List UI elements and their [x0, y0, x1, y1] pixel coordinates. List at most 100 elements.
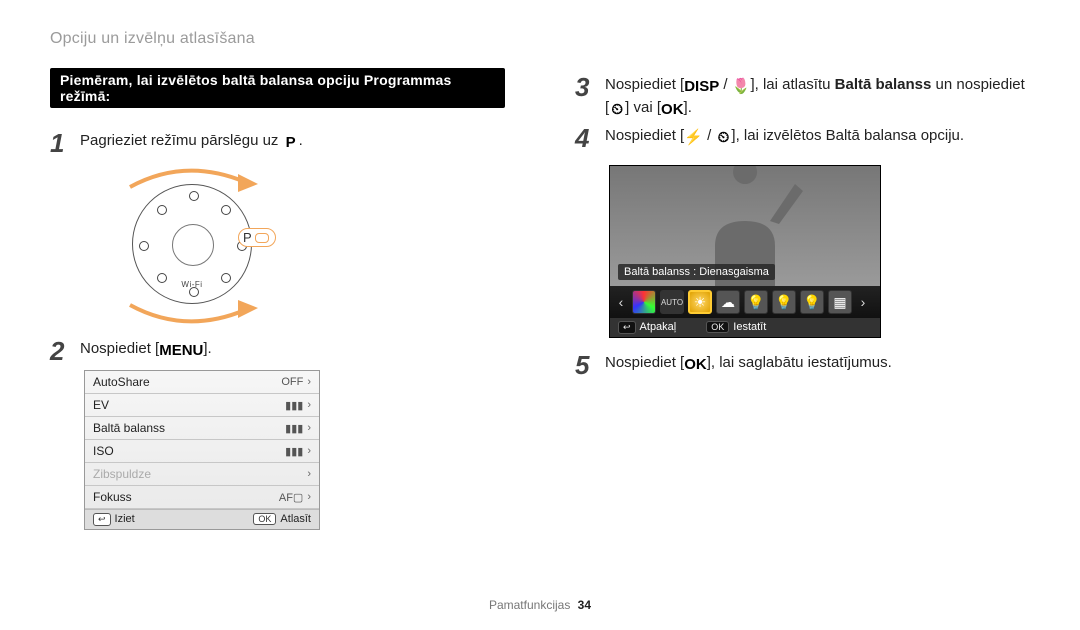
text-bold: Baltā balanss — [835, 76, 932, 93]
step-number: 4 — [575, 125, 605, 151]
chevron-right-icon: › — [307, 399, 311, 411]
step-text: Nospiediet [DISP / 🌷], lai atlasītu Balt… — [605, 74, 1030, 119]
step-number: 3 — [575, 74, 605, 100]
dial-p-highlight: P — [238, 228, 276, 247]
back-button-icon: ↩ — [93, 513, 111, 526]
wb-value-label: Baltā balanss : Dienasgaisma — [618, 264, 775, 280]
text: ], lai saglabātu iestatījumus. — [707, 354, 892, 371]
text: P — [243, 230, 252, 245]
text: Pagrieziet režīmu pārslēgu uz — [80, 132, 283, 149]
wb-fluorescent-l-icon: 💡 — [772, 290, 796, 314]
menu-value: ▮▮▮ — [285, 399, 303, 412]
menu-value: ▮▮▮ — [285, 445, 303, 458]
wb-footer: ↩ Atpakaļ OK Iestatīt — [610, 318, 880, 337]
menu-label: AutoShare — [93, 375, 150, 389]
menu-value: AF▢ — [279, 491, 303, 504]
ok-button-icon: OK — [706, 321, 729, 333]
text: ], lai izvēlētos Baltā balansa opciju. — [731, 127, 964, 144]
page-number: 34 — [578, 598, 591, 612]
step-text: Nospiediet [⚡ / ⏲], lai izvēlētos Baltā … — [605, 125, 1030, 148]
wb-tungsten-icon: 💡 — [800, 290, 824, 314]
step-text: Nospiediet [MENU]. — [80, 338, 505, 361]
text: / — [719, 76, 732, 93]
step-3: 3 Nospiediet [DISP / 🌷], lai atlasītu Ba… — [575, 74, 1030, 119]
text: ] vai [ — [625, 99, 661, 116]
menu-label: Fokuss — [93, 490, 132, 504]
mode-dial-illustration: Wi-Fi P — [90, 166, 310, 326]
menu-item-white-balance: Baltā balanss ▮▮▮ › — [85, 417, 319, 440]
menu-item-focus: Fokuss AF▢ › — [85, 486, 319, 509]
text: Nospiediet [ — [605, 76, 684, 93]
footer-section: Pamatfunkcijas — [489, 598, 570, 612]
right-column: 3 Nospiediet [DISP / 🌷], lai atlasītu Ba… — [575, 68, 1030, 578]
hint-label: Iziet — [115, 513, 135, 525]
menu-item-autoshare: AutoShare OFF › — [85, 371, 319, 394]
text: Nospiediet [ — [80, 340, 159, 357]
step-number: 1 — [50, 130, 80, 156]
chevron-right-icon: › — [307, 376, 311, 388]
menu-label: Baltā balanss — [93, 421, 165, 435]
example-banner: Piemēram, lai izvēlētos baltā balansa op… — [50, 68, 505, 108]
text: . — [299, 132, 303, 149]
dial-knob-icon — [255, 233, 269, 243]
ok-button-icon: OK — [684, 357, 707, 373]
back-button-icon: ↩ — [618, 321, 636, 334]
section-heading: Opciju un izvēlņu atlasīšana — [50, 30, 1030, 48]
wb-custom-icon — [632, 290, 656, 314]
hint-label: Atpakaļ — [640, 321, 677, 333]
step-4: 4 Nospiediet [⚡ / ⏲], lai izvēlētos Balt… — [575, 125, 1030, 151]
menu-item-flash-disabled: Zibspuldze › — [85, 463, 319, 486]
menu-value: OFF — [281, 376, 303, 388]
ok-button-icon: OK — [661, 102, 684, 118]
wb-daylight-icon: ☀ — [688, 290, 712, 314]
menu-label: ISO — [93, 444, 114, 458]
step-5: 5 Nospiediet [OK], lai saglabātu iestatī… — [575, 352, 1030, 378]
menu-label: Zibspuldze — [93, 467, 151, 481]
rotate-arrow-icon — [110, 300, 260, 330]
chevron-right-icon: › — [307, 468, 311, 480]
mode-p-icon: P — [283, 135, 299, 151]
content-columns: Piemēram, lai izvēlētos baltā balansa op… — [50, 68, 1030, 578]
ok-button-icon: OK — [253, 513, 276, 525]
wb-cloudy-icon: ☁ — [716, 290, 740, 314]
wb-fluorescent-h-icon: 💡 — [744, 290, 768, 314]
text: Nospiediet [ — [605, 127, 684, 144]
step-number: 2 — [50, 338, 80, 364]
wb-preset-icon: ▦ — [828, 290, 852, 314]
step-number: 5 — [575, 352, 605, 378]
page-footer: Pamatfunkcijas 34 — [50, 578, 1030, 630]
macro-icon: 🌷 — [732, 79, 751, 95]
text: / — [703, 127, 716, 144]
step-text: Pagrieziet režīmu pārslēgu uz P. — [80, 130, 505, 153]
white-balance-preview: Baltā balanss : Dienasgaisma ‹ AUTO ☀ ☁ … — [609, 165, 881, 338]
chevron-right-icon: › — [856, 294, 870, 310]
text: ]. — [684, 99, 692, 116]
wb-auto-icon: AUTO — [660, 290, 684, 314]
menu-footer: ↩ Iziet OK Atlasīt — [85, 509, 319, 529]
flash-icon: ⚡ — [684, 130, 703, 146]
chevron-left-icon: ‹ — [614, 294, 628, 310]
timer-icon: ⏲ — [609, 102, 625, 118]
text: Nospiediet [ — [605, 354, 684, 371]
dial-wifi-label: Wi-Fi — [181, 280, 202, 289]
menu-label: EV — [93, 398, 109, 412]
camera-menu-illustration: AutoShare OFF › EV ▮▮▮ › Baltā balanss ▮▮▮… — [84, 370, 320, 530]
timer-icon: ⏲ — [715, 130, 731, 146]
menu-button-icon: MENU — [159, 343, 203, 359]
step-1: 1 Pagrieziet režīmu pārslēgu uz P. — [50, 130, 505, 156]
menu-item-iso: ISO ▮▮▮› — [85, 440, 319, 463]
step-2: 2 Nospiediet [MENU]. — [50, 338, 505, 364]
wb-options-strip: ‹ AUTO ☀ ☁ 💡 💡 💡 ▦ › — [610, 286, 880, 318]
menu-value: ▮▮▮ — [285, 422, 303, 435]
text: ]. — [203, 340, 211, 357]
wb-preview-image: Baltā balanss : Dienasgaisma — [610, 166, 880, 286]
chevron-right-icon: › — [307, 422, 311, 434]
hint-label: Atlasīt — [280, 513, 311, 525]
text: ], lai atlasītu — [750, 76, 834, 93]
menu-item-ev: EV ▮▮▮ › — [85, 394, 319, 417]
left-column: Piemēram, lai izvēlētos baltā balansa op… — [50, 68, 505, 578]
hint-label: Iestatīt — [733, 321, 766, 333]
disp-button-icon: DISP — [684, 79, 719, 95]
chevron-right-icon: › — [307, 491, 311, 503]
mode-dial: Wi-Fi — [132, 184, 252, 304]
